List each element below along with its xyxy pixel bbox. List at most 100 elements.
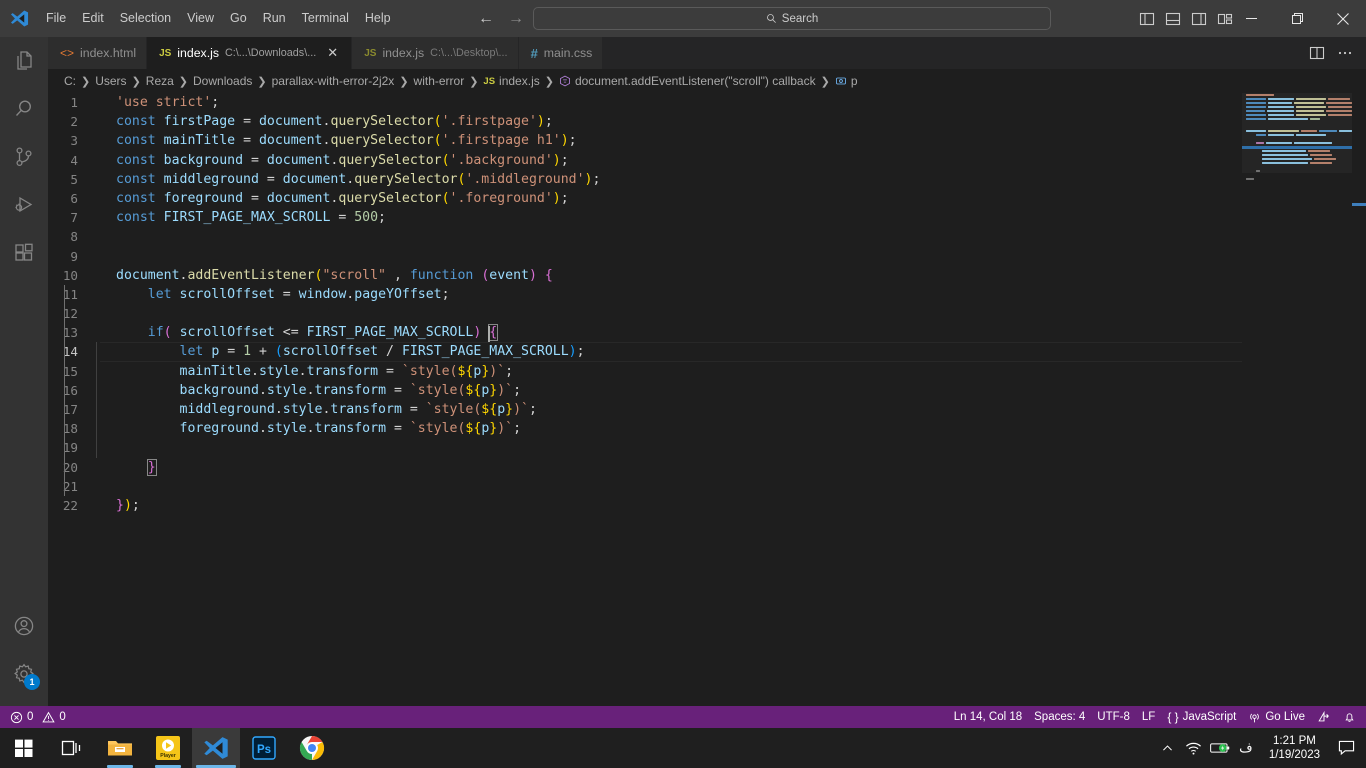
toggle-primary-sidebar-icon[interactable] — [1136, 8, 1158, 30]
wifi-icon[interactable] — [1181, 728, 1207, 768]
accounts-button[interactable] — [0, 602, 48, 650]
breadcrumb-item-file[interactable]: JS index.js — [481, 74, 541, 88]
menu-run[interactable]: Run — [255, 0, 294, 37]
code-text[interactable]: foreground.style.transform = `style(${p}… — [64, 419, 600, 439]
end-of-line-setting[interactable]: LF — [1136, 706, 1161, 728]
breadcrumb-item-reza[interactable]: Reza — [144, 74, 176, 88]
tab-index-js-downloads[interactable]: JS index.js C:\...\Downloads\... ✕ — [147, 37, 353, 69]
code-line[interactable]: 2 const firstPage = document.querySelecto… — [48, 112, 600, 131]
split-editor-right-button[interactable] — [1304, 40, 1330, 66]
notifications-button[interactable] — [1337, 706, 1362, 728]
tab-main-css[interactable]: # main.css — [518, 37, 604, 69]
battery-icon[interactable] — [1207, 728, 1233, 768]
code-line[interactable]: 12 — [48, 304, 600, 324]
command-center-search[interactable]: Search — [533, 7, 1051, 30]
code-line[interactable]: 4 const background = document.querySelect… — [48, 151, 600, 170]
code-line[interactable]: 16 background.style.transform = `style($… — [48, 380, 600, 400]
sidebar-item-run-and-debug[interactable] — [0, 181, 48, 229]
sidebar-item-search[interactable] — [0, 85, 48, 133]
close-icon[interactable] — [1320, 0, 1366, 37]
sidebar-item-source-control[interactable] — [0, 133, 48, 181]
code-text[interactable]: } — [64, 457, 600, 477]
code-line[interactable]: 8 — [48, 227, 600, 246]
code-line[interactable]: 17 middleground.style.transform = `style… — [48, 400, 600, 420]
problems-button[interactable]: 0 0 — [4, 706, 72, 728]
cursor-position[interactable]: Ln 14, Col 18 — [948, 706, 1028, 728]
restore-icon[interactable] — [1274, 0, 1320, 37]
toggle-secondary-sidebar-icon[interactable] — [1188, 8, 1210, 30]
code-line[interactable]: 11 let scrollOffset = window.pageYOffset… — [48, 284, 600, 305]
code-line[interactable]: 1 'use strict'; — [48, 93, 600, 112]
close-icon[interactable]: ✕ — [324, 45, 341, 62]
code-line[interactable]: 6 const foreground = document.querySelect… — [48, 189, 600, 208]
code-text[interactable]: const FIRST_PAGE_MAX_SCROLL = 500; — [100, 208, 600, 227]
code-line[interactable]: 7 const FIRST_PAGE_MAX_SCROLL = 500; — [48, 208, 600, 227]
breadcrumb-item-downloads[interactable]: Downloads — [191, 74, 254, 88]
code-line[interactable]: 15 mainTitle.style.transform = `style(${… — [48, 361, 600, 381]
menu-selection[interactable]: Selection — [112, 0, 179, 37]
menu-help[interactable]: Help — [357, 0, 399, 37]
menu-view[interactable]: View — [179, 0, 222, 37]
code-line[interactable]: 18 foreground.style.transform = `style($… — [48, 419, 600, 439]
minimize-icon[interactable] — [1228, 0, 1274, 37]
tab-index-js-desktop[interactable]: JS index.js C:\...\Desktop\... — [352, 37, 519, 69]
breadcrumb-item-symbol-variable[interactable]: p — [833, 74, 860, 88]
more-actions-button[interactable] — [1332, 40, 1358, 66]
code-text[interactable]: let p = 1 + (scrollOffset / FIRST_PAGE_M… — [64, 342, 600, 362]
menu-terminal[interactable]: Terminal — [294, 0, 357, 37]
code-text[interactable]: middleground.style.transform = `style(${… — [64, 400, 600, 420]
code-text[interactable]: let scrollOffset = window.pageYOffset; — [64, 284, 600, 305]
code-line[interactable]: 19 — [48, 438, 600, 458]
code-text[interactable]: const middleground = document.querySelec… — [100, 170, 600, 189]
arrow-right-icon[interactable]: → — [508, 10, 524, 27]
code-text[interactable]: const foreground = document.querySelecto… — [100, 189, 600, 208]
keyboard-layout-indicator[interactable]: ف — [1233, 728, 1259, 768]
breadcrumb-item-drive[interactable]: C: — [62, 74, 78, 88]
sidebar-item-extensions[interactable] — [0, 229, 48, 277]
code-line[interactable]: 10 document.addEventListener("scroll" , f… — [48, 266, 600, 285]
clock[interactable]: 1:21 PM 1/19/2023 — [1259, 728, 1330, 768]
chrome-button[interactable] — [288, 728, 336, 768]
code-text[interactable]: const mainTitle = document.querySelector… — [100, 131, 600, 150]
action-center-button[interactable] — [1330, 728, 1362, 768]
code-line[interactable]: 22}); — [48, 496, 600, 515]
minimap[interactable] — [1242, 93, 1352, 706]
breadcrumb-item-with-error[interactable]: with-error — [412, 74, 467, 88]
code-text[interactable]: mainTitle.style.transform = `style(${p})… — [64, 361, 600, 381]
code-line[interactable]: 14 let p = 1 + (scrollOffset / FIRST_PAG… — [48, 342, 1366, 362]
editor-scrollbar[interactable] — [1352, 93, 1366, 706]
code-editor[interactable]: 1 'use strict'; 2 const firstPage = documen… — [48, 93, 1366, 706]
code-text[interactable]: const firstPage = document.querySelector… — [100, 112, 600, 131]
file-explorer-button[interactable] — [96, 728, 144, 768]
manage-settings-button[interactable]: 1 — [0, 650, 48, 698]
menu-edit[interactable]: Edit — [74, 0, 112, 37]
code-line[interactable]: 13 if( scrollOffset <= FIRST_PAGE_MAX_SC… — [48, 323, 600, 344]
sidebar-item-explorer[interactable] — [0, 37, 48, 85]
breadcrumb-item-symbol-callback[interactable]: document.addEventListener("scroll") call… — [557, 74, 818, 88]
code-text[interactable]: if( scrollOffset <= FIRST_PAGE_MAX_SCROL… — [64, 323, 600, 344]
remote-window-button[interactable] — [1311, 706, 1337, 728]
breadcrumb-item-users[interactable]: Users — [93, 74, 128, 88]
code-line[interactable]: 3 const mainTitle = document.querySelecto… — [48, 131, 600, 150]
code-text[interactable]: 'use strict'; — [100, 93, 600, 112]
code-text[interactable]: }); — [100, 496, 600, 515]
tab-index-html[interactable]: <> index.html — [48, 37, 148, 69]
code-text[interactable]: const background = document.querySelecto… — [100, 151, 600, 170]
code-line[interactable]: 5 const middleground = document.querySele… — [48, 170, 600, 189]
code-line[interactable]: 9 — [48, 247, 600, 266]
encoding-setting[interactable]: UTF-8 — [1091, 706, 1136, 728]
indentation-setting[interactable]: Spaces: 4 — [1028, 706, 1091, 728]
photoshop-button[interactable]: Ps — [240, 728, 288, 768]
menu-file[interactable]: File — [38, 0, 74, 37]
code-text[interactable]: background.style.transform = `style(${p}… — [64, 380, 600, 400]
code-text[interactable]: document.addEventListener("scroll" , fun… — [100, 266, 600, 285]
vscode-taskbar-button[interactable] — [192, 728, 240, 768]
code-line[interactable]: 21 — [48, 476, 600, 496]
toggle-panel-icon[interactable] — [1162, 8, 1184, 30]
media-player-button[interactable]: Player — [144, 728, 192, 768]
arrow-left-icon[interactable]: ← — [478, 10, 494, 27]
language-mode[interactable]: { } JavaScript — [1161, 706, 1242, 728]
chevron-up-icon[interactable] — [1155, 728, 1181, 768]
go-live-button[interactable]: Go Live — [1242, 706, 1311, 728]
breadcrumb-item-project[interactable]: parallax-with-error-2j2x — [270, 74, 397, 88]
